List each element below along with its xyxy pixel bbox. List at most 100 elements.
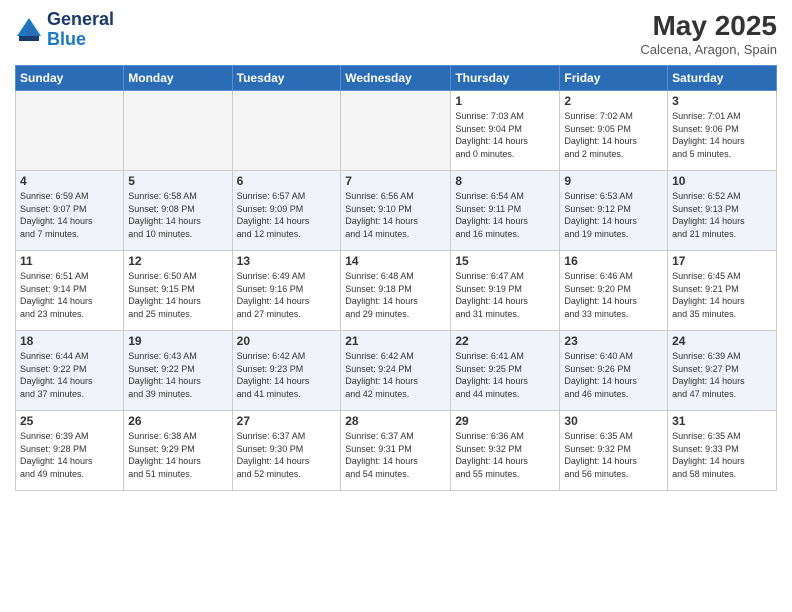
col-saturday: Saturday xyxy=(668,66,777,91)
calendar-cell: 9Sunrise: 6:53 AM Sunset: 9:12 PM Daylig… xyxy=(560,171,668,251)
calendar-cell: 30 Sunrise: 6:35 AM Sunset: 9:32 PM Dayli… xyxy=(560,411,668,491)
day-number: 23 xyxy=(564,334,663,348)
calendar-cell: 7 Sunrise: 6:56 AM Sunset: 9:10 PM Daylig… xyxy=(341,171,451,251)
title-block: May 2025 Calcena, Aragon, Spain xyxy=(640,10,777,57)
calendar-cell: 1 Sunrise: 7:03 AM Sunset: 9:04 PM Daylig… xyxy=(451,91,560,171)
day-info: Sunrise: 6:52 AM Sunset: 9:13 PM Dayligh… xyxy=(672,190,772,240)
calendar-week-1: 1 Sunrise: 7:03 AM Sunset: 9:04 PM Daylig… xyxy=(16,91,777,171)
day-number: 30 xyxy=(564,414,663,428)
calendar-cell: 19Sunrise: 6:43 AM Sunset: 9:22 PM Dayli… xyxy=(124,331,232,411)
calendar-cell: 6 Sunrise: 6:57 AM Sunset: 9:09 PM Daylig… xyxy=(232,171,341,251)
day-info: Sunrise: 6:37 AM Sunset: 9:31 PM Dayligh… xyxy=(345,430,446,480)
calendar-cell xyxy=(341,91,451,171)
day-info: Sunrise: 7:01 AM Sunset: 9:06 PM Dayligh… xyxy=(672,110,772,160)
calendar-cell: 21Sunrise: 6:42 AM Sunset: 9:24 PM Dayli… xyxy=(341,331,451,411)
day-info: Sunrise: 6:45 AM Sunset: 9:21 PM Dayligh… xyxy=(672,270,772,320)
col-sunday: Sunday xyxy=(16,66,124,91)
day-number: 4 xyxy=(20,174,119,188)
day-number: 14 xyxy=(345,254,446,268)
calendar-cell xyxy=(16,91,124,171)
calendar-cell: 11Sunrise: 6:51 AM Sunset: 9:14 PM Dayli… xyxy=(16,251,124,331)
day-info: Sunrise: 6:51 AM Sunset: 9:14 PM Dayligh… xyxy=(20,270,119,320)
day-number: 5 xyxy=(128,174,227,188)
logo-line2: Blue xyxy=(47,30,114,50)
day-number: 1 xyxy=(455,94,555,108)
calendar-cell: 2 Sunrise: 7:02 AM Sunset: 9:05 PM Daylig… xyxy=(560,91,668,171)
day-number: 7 xyxy=(345,174,446,188)
day-info: Sunrise: 6:36 AM Sunset: 9:32 PM Dayligh… xyxy=(455,430,555,480)
col-friday: Friday xyxy=(560,66,668,91)
calendar-cell: 17Sunrise: 6:45 AM Sunset: 9:21 PM Dayli… xyxy=(668,251,777,331)
day-number: 24 xyxy=(672,334,772,348)
calendar-cell: 25 Sunrise: 6:39 AM Sunset: 9:28 PM Dayli… xyxy=(16,411,124,491)
logo-icon xyxy=(15,16,43,44)
calendar-week-5: 25 Sunrise: 6:39 AM Sunset: 9:28 PM Dayli… xyxy=(16,411,777,491)
calendar-cell: 23 Sunrise: 6:40 AM Sunset: 9:26 PM Dayli… xyxy=(560,331,668,411)
calendar-cell: 31Sunrise: 6:35 AM Sunset: 9:33 PM Dayli… xyxy=(668,411,777,491)
day-info: Sunrise: 6:40 AM Sunset: 9:26 PM Dayligh… xyxy=(564,350,663,400)
col-wednesday: Wednesday xyxy=(341,66,451,91)
day-number: 26 xyxy=(128,414,227,428)
calendar-cell: 14Sunrise: 6:48 AM Sunset: 9:18 PM Dayli… xyxy=(341,251,451,331)
day-info: Sunrise: 6:43 AM Sunset: 9:22 PM Dayligh… xyxy=(128,350,227,400)
calendar-cell: 29 Sunrise: 6:36 AM Sunset: 9:32 PM Dayli… xyxy=(451,411,560,491)
header: General Blue May 2025 Calcena, Aragon, S… xyxy=(15,10,777,57)
calendar-cell xyxy=(124,91,232,171)
day-info: Sunrise: 6:39 AM Sunset: 9:28 PM Dayligh… xyxy=(20,430,119,480)
day-info: Sunrise: 6:47 AM Sunset: 9:19 PM Dayligh… xyxy=(455,270,555,320)
calendar-cell: 24 Sunrise: 6:39 AM Sunset: 9:27 PM Dayli… xyxy=(668,331,777,411)
calendar-cell: 8Sunrise: 6:54 AM Sunset: 9:11 PM Daylig… xyxy=(451,171,560,251)
day-info: Sunrise: 6:39 AM Sunset: 9:27 PM Dayligh… xyxy=(672,350,772,400)
day-info: Sunrise: 6:58 AM Sunset: 9:08 PM Dayligh… xyxy=(128,190,227,240)
day-info: Sunrise: 6:46 AM Sunset: 9:20 PM Dayligh… xyxy=(564,270,663,320)
day-number: 9 xyxy=(564,174,663,188)
day-info: Sunrise: 6:49 AM Sunset: 9:16 PM Dayligh… xyxy=(237,270,337,320)
day-number: 25 xyxy=(20,414,119,428)
day-info: Sunrise: 6:56 AM Sunset: 9:10 PM Dayligh… xyxy=(345,190,446,240)
calendar-cell: 15 Sunrise: 6:47 AM Sunset: 9:19 PM Dayli… xyxy=(451,251,560,331)
calendar-week-4: 18Sunrise: 6:44 AM Sunset: 9:22 PM Dayli… xyxy=(16,331,777,411)
day-number: 15 xyxy=(455,254,555,268)
day-info: Sunrise: 6:54 AM Sunset: 9:11 PM Dayligh… xyxy=(455,190,555,240)
day-number: 31 xyxy=(672,414,772,428)
day-number: 27 xyxy=(237,414,337,428)
calendar: Sunday Monday Tuesday Wednesday Thursday… xyxy=(15,65,777,491)
logo-text: General Blue xyxy=(47,10,114,50)
day-info: Sunrise: 6:50 AM Sunset: 9:15 PM Dayligh… xyxy=(128,270,227,320)
day-number: 29 xyxy=(455,414,555,428)
day-info: Sunrise: 6:35 AM Sunset: 9:32 PM Dayligh… xyxy=(564,430,663,480)
page: General Blue May 2025 Calcena, Aragon, S… xyxy=(0,0,792,612)
day-number: 12 xyxy=(128,254,227,268)
day-info: Sunrise: 6:59 AM Sunset: 9:07 PM Dayligh… xyxy=(20,190,119,240)
calendar-cell: 28Sunrise: 6:37 AM Sunset: 9:31 PM Dayli… xyxy=(341,411,451,491)
day-info: Sunrise: 7:03 AM Sunset: 9:04 PM Dayligh… xyxy=(455,110,555,160)
calendar-week-2: 4 Sunrise: 6:59 AM Sunset: 9:07 PM Daylig… xyxy=(16,171,777,251)
day-info: Sunrise: 6:41 AM Sunset: 9:25 PM Dayligh… xyxy=(455,350,555,400)
calendar-cell xyxy=(232,91,341,171)
calendar-cell: 13 Sunrise: 6:49 AM Sunset: 9:16 PM Dayli… xyxy=(232,251,341,331)
day-number: 3 xyxy=(672,94,772,108)
day-number: 21 xyxy=(345,334,446,348)
day-number: 22 xyxy=(455,334,555,348)
calendar-cell: 3 Sunrise: 7:01 AM Sunset: 9:06 PM Daylig… xyxy=(668,91,777,171)
day-info: Sunrise: 6:38 AM Sunset: 9:29 PM Dayligh… xyxy=(128,430,227,480)
day-number: 13 xyxy=(237,254,337,268)
day-info: Sunrise: 6:42 AM Sunset: 9:23 PM Dayligh… xyxy=(237,350,337,400)
day-info: Sunrise: 7:02 AM Sunset: 9:05 PM Dayligh… xyxy=(564,110,663,160)
month-title: May 2025 xyxy=(640,10,777,42)
calendar-cell: 20 Sunrise: 6:42 AM Sunset: 9:23 PM Dayli… xyxy=(232,331,341,411)
day-number: 6 xyxy=(237,174,337,188)
day-info: Sunrise: 6:44 AM Sunset: 9:22 PM Dayligh… xyxy=(20,350,119,400)
day-number: 20 xyxy=(237,334,337,348)
day-number: 2 xyxy=(564,94,663,108)
calendar-cell: 12 Sunrise: 6:50 AM Sunset: 9:15 PM Dayli… xyxy=(124,251,232,331)
col-thursday: Thursday xyxy=(451,66,560,91)
calendar-header-row: Sunday Monday Tuesday Wednesday Thursday… xyxy=(16,66,777,91)
col-tuesday: Tuesday xyxy=(232,66,341,91)
calendar-cell: 22 Sunrise: 6:41 AM Sunset: 9:25 PM Dayli… xyxy=(451,331,560,411)
logo: General Blue xyxy=(15,10,114,50)
calendar-cell: 4 Sunrise: 6:59 AM Sunset: 9:07 PM Daylig… xyxy=(16,171,124,251)
day-info: Sunrise: 6:57 AM Sunset: 9:09 PM Dayligh… xyxy=(237,190,337,240)
calendar-cell: 27Sunrise: 6:37 AM Sunset: 9:30 PM Dayli… xyxy=(232,411,341,491)
calendar-cell: 26 Sunrise: 6:38 AM Sunset: 9:29 PM Dayli… xyxy=(124,411,232,491)
